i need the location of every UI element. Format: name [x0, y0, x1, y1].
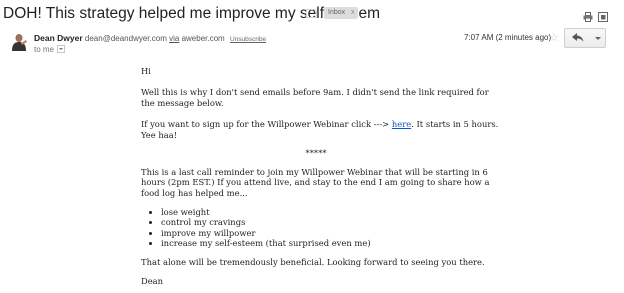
body-paragraph-4: That alone will be tremendously benefici…	[141, 256, 485, 267]
remove-label-icon[interactable]: x	[351, 9, 355, 16]
body-paragraph-1: Well this is why I don't send emails bef…	[141, 87, 489, 108]
timestamp: 7:07 AM (2 minutes ago)	[464, 33, 552, 42]
list-item: control my cravings	[161, 217, 501, 228]
new-window-icon[interactable]	[598, 9, 608, 27]
recipient-text: to me	[34, 45, 55, 54]
reply-button[interactable]	[564, 28, 592, 48]
email-body: Hi Well this is why I don't send emails …	[141, 66, 501, 286]
body-paragraph-2-before: If you want to sign up for the Willpower…	[141, 118, 392, 129]
star-icon[interactable]: ☆	[549, 31, 559, 44]
subject-row: DOH! This strategy helped me improve my …	[0, 0, 624, 26]
inbox-label-badge[interactable]: Inbox x	[324, 7, 358, 19]
list-item: improve my willpower	[161, 228, 501, 239]
label-icon[interactable]	[306, 9, 317, 18]
reply-arrow-icon	[572, 33, 584, 42]
more-actions-button[interactable]	[590, 28, 606, 48]
list-item: increase my self-esteem (that surprised …	[161, 238, 501, 249]
separator: *****	[305, 148, 327, 159]
recipient-line: to me	[34, 44, 66, 54]
body-paragraph-2: If you want to sign up for the Willpower…	[141, 119, 501, 140]
greeting: Hi	[141, 66, 151, 76]
via-domain: aweber.com	[181, 34, 225, 43]
inbox-label-text: Inbox	[328, 9, 346, 16]
webinar-signup-link[interactable]: here	[392, 119, 411, 129]
list-item: lose weight	[161, 207, 501, 218]
avatar[interactable]	[9, 32, 28, 51]
signature: Dean	[141, 275, 164, 286]
recipient-details-dropdown[interactable]	[57, 44, 66, 53]
from-line: Dean Dwyer dean@deandwyer.com via aweber…	[34, 33, 266, 43]
sender-email: dean@deandwyer.com	[84, 34, 167, 43]
unsubscribe-link[interactable]: Unsubscribe	[230, 36, 266, 43]
print-icon[interactable]	[583, 9, 593, 27]
sender-name[interactable]: Dean Dwyer	[34, 33, 83, 43]
benefit-list: lose weight control my cravings improve …	[141, 207, 501, 249]
via-label[interactable]: via	[169, 34, 179, 43]
body-paragraph-3: This is a last call reminder to join my …	[141, 166, 490, 198]
